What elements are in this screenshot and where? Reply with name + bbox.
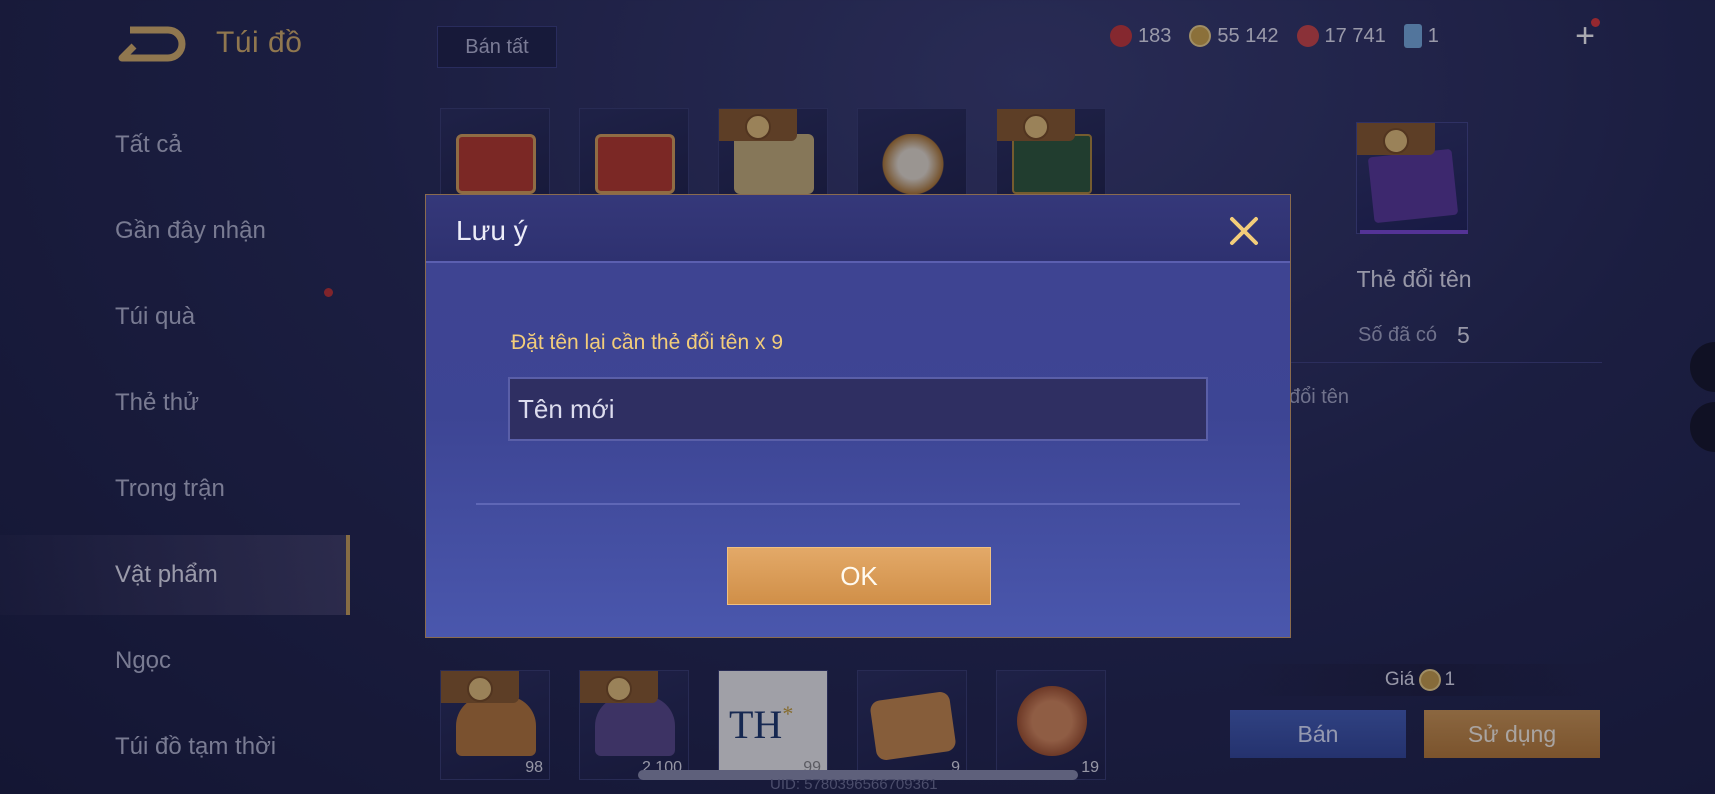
notice-dialog: Lưu ý Đặt tên lại cần thẻ đổi tên x 9 OK <box>425 194 1291 638</box>
new-name-input[interactable] <box>508 377 1208 441</box>
dialog-message: Đặt tên lại cần thẻ đổi tên x 9 <box>511 331 784 354</box>
dialog-header: Lưu ý <box>426 195 1290 263</box>
divider <box>476 503 1240 505</box>
dialog-title: Lưu ý <box>456 215 528 246</box>
close-icon[interactable] <box>1224 211 1264 251</box>
ok-button[interactable]: OK <box>727 547 991 605</box>
